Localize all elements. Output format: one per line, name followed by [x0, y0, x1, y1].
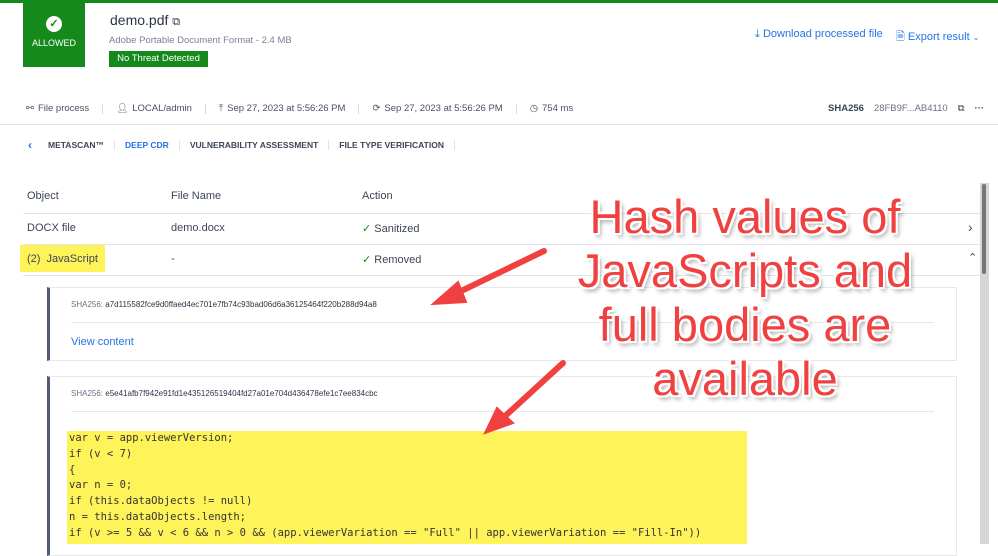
annotation-line: JavaScripts and	[577, 244, 913, 297]
arrow-line	[452, 248, 547, 297]
annotation-text: Hash values of JavaScripts and full bodi…	[540, 190, 950, 406]
annotation-line: available	[652, 352, 838, 405]
annotation-line: Hash values of	[589, 190, 901, 243]
arrow-head	[430, 280, 468, 306]
annotation-line: full bodies are	[598, 298, 892, 351]
